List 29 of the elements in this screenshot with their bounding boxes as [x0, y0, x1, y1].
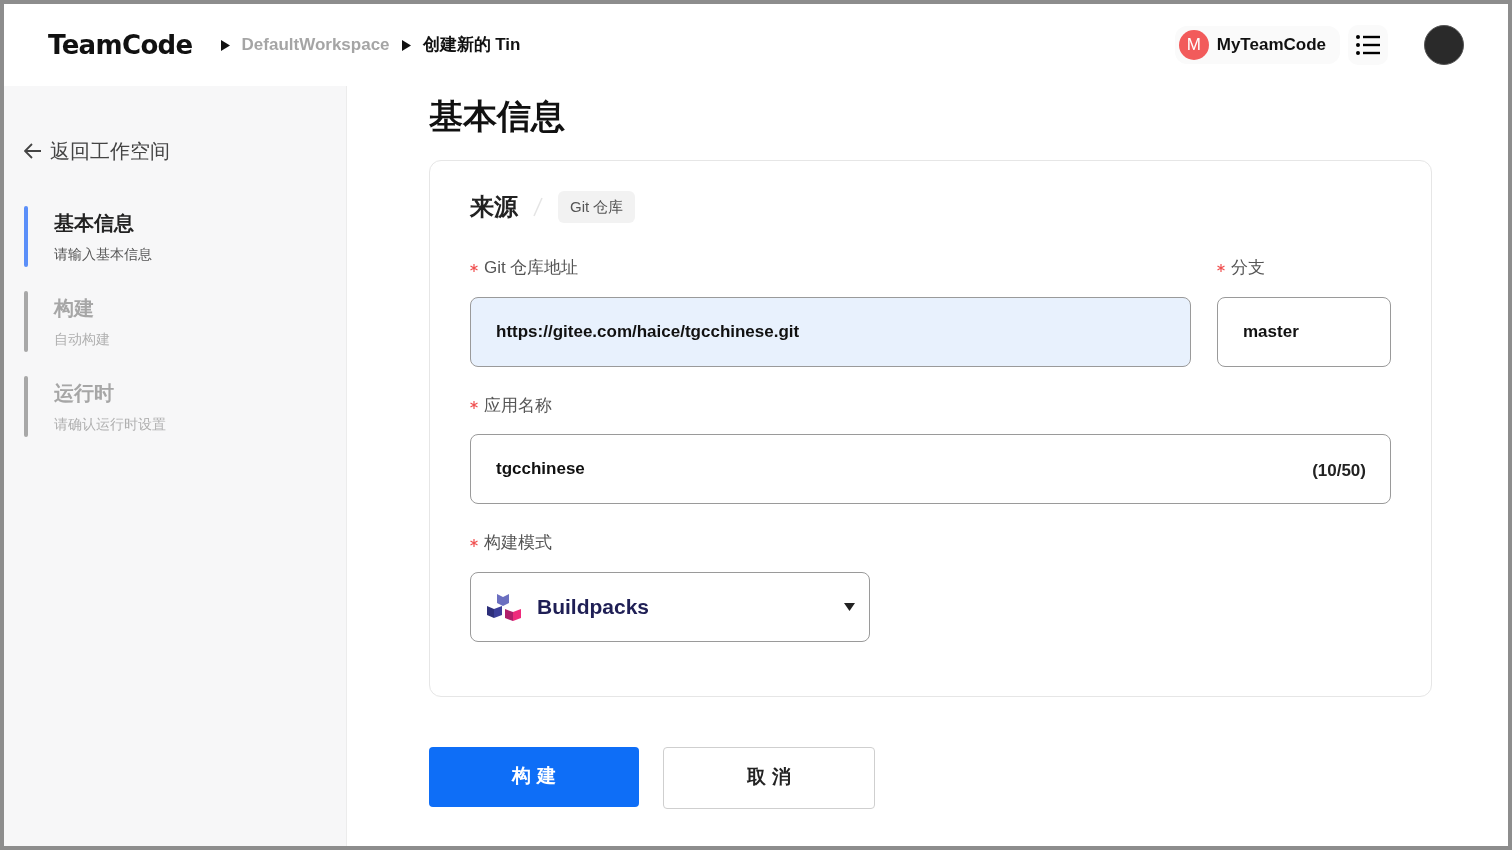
menu-button[interactable] [1348, 25, 1388, 65]
workspace-name: MyTeamCode [1216, 34, 1327, 57]
section-title: 来源 [470, 192, 518, 222]
menu-icon [1356, 35, 1380, 55]
cubes-logo-icon [485, 591, 523, 622]
workspace-switcher[interactable]: M MyTeamCode [1174, 26, 1340, 64]
step-item[interactable]: 基本信息 请输入基本信息 [24, 206, 346, 267]
field-label: 构建模式 [484, 532, 552, 554]
field-label: Git 仓库地址 [484, 257, 579, 279]
workspace-initial: M [1178, 30, 1209, 60]
chevron-right-icon [220, 39, 230, 51]
breadcrumb-link[interactable]: 创建新的 Tin [422, 32, 521, 58]
caret-down-icon [844, 602, 855, 611]
chevron-right-icon [401, 39, 411, 51]
text-field[interactable]: https://gitee.com/haice/tgcchinese.git [470, 296, 1191, 367]
avatar[interactable] [1424, 25, 1464, 65]
field-label: 应用名称 [484, 394, 552, 417]
build-mode-select[interactable]: Buildpacks [470, 571, 870, 642]
back-link[interactable]: 返回工作空间 [24, 136, 346, 166]
logo[interactable]: TeamCode [48, 25, 193, 65]
slash-icon [532, 196, 544, 218]
text-field[interactable]: master [1217, 296, 1391, 367]
page-title: 基本信息 [429, 96, 566, 137]
cancel-button[interactable]: 取 消 [663, 746, 875, 809]
character-counter: (10/50) [1312, 460, 1366, 482]
arrow-left-icon [24, 143, 42, 159]
field-label: 分支 [1231, 257, 1265, 279]
source-tag: Git 仓库 [558, 190, 636, 224]
build-button[interactable]: 构 建 [429, 746, 639, 807]
